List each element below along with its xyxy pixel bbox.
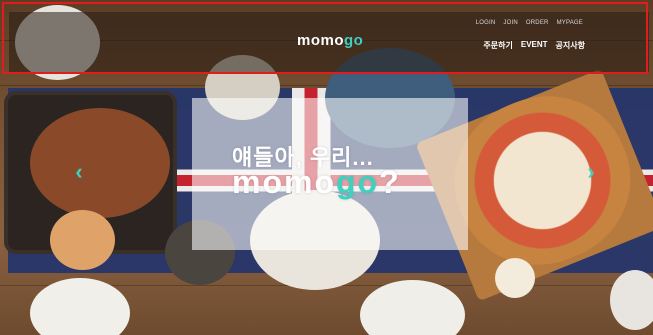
chevron-right-icon[interactable]: ›	[582, 160, 600, 184]
header-highlight-frame	[2, 2, 648, 74]
hero-brand-question: momogo?	[232, 164, 401, 200]
chevron-left-icon[interactable]: ‹	[70, 160, 88, 184]
